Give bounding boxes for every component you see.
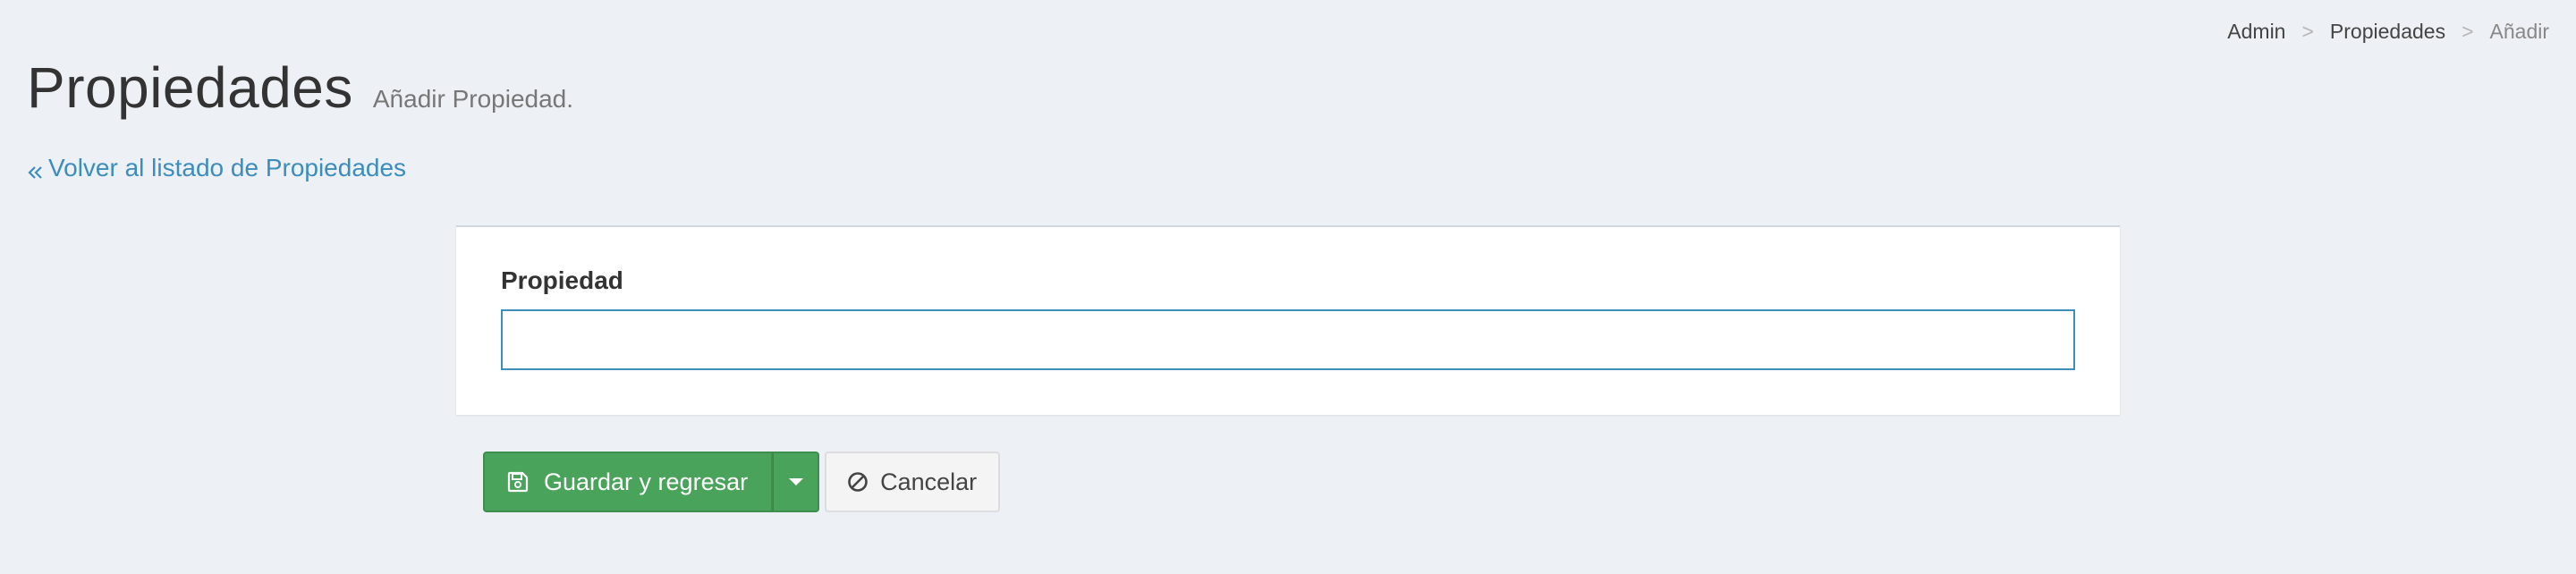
propiedad-input[interactable] (501, 309, 2075, 370)
save-and-return-button[interactable]: Guardar y regresar (483, 452, 774, 512)
save-options-dropdown-button[interactable] (773, 452, 820, 512)
breadcrumb-item-admin[interactable]: Admin (2227, 20, 2285, 44)
form-card: Propiedad (456, 225, 2120, 415)
breadcrumb-separator: > (2462, 20, 2474, 43)
cancel-button-label: Cancelar (880, 468, 978, 495)
propiedad-label: Propiedad (501, 266, 623, 294)
breadcrumb: Admin > Propiedades > Añadir (2227, 20, 2549, 44)
form-actions: Guardar y regresar Cancelar (483, 452, 1001, 512)
double-chevron-left-icon (27, 159, 45, 179)
ban-icon (846, 470, 869, 494)
page-title: Propiedades (27, 55, 353, 120)
page-header: Propiedades Añadir Propiedad. (27, 59, 573, 116)
floppy-disk-icon (506, 470, 530, 494)
breadcrumb-separator: > (2301, 20, 2314, 43)
cancel-button[interactable]: Cancelar (825, 452, 1001, 512)
back-to-list-link[interactable]: Volver al listado de Propiedades (27, 154, 406, 182)
caret-down-icon (788, 478, 803, 485)
page-subtitle: Añadir Propiedad. (372, 85, 574, 113)
breadcrumb-item-propiedades[interactable]: Propiedades (2330, 20, 2445, 44)
breadcrumb-item-current: Añadir (2489, 20, 2549, 43)
save-button-label: Guardar y regresar (544, 468, 749, 495)
back-link-label: Volver al listado de Propiedades (48, 154, 407, 181)
